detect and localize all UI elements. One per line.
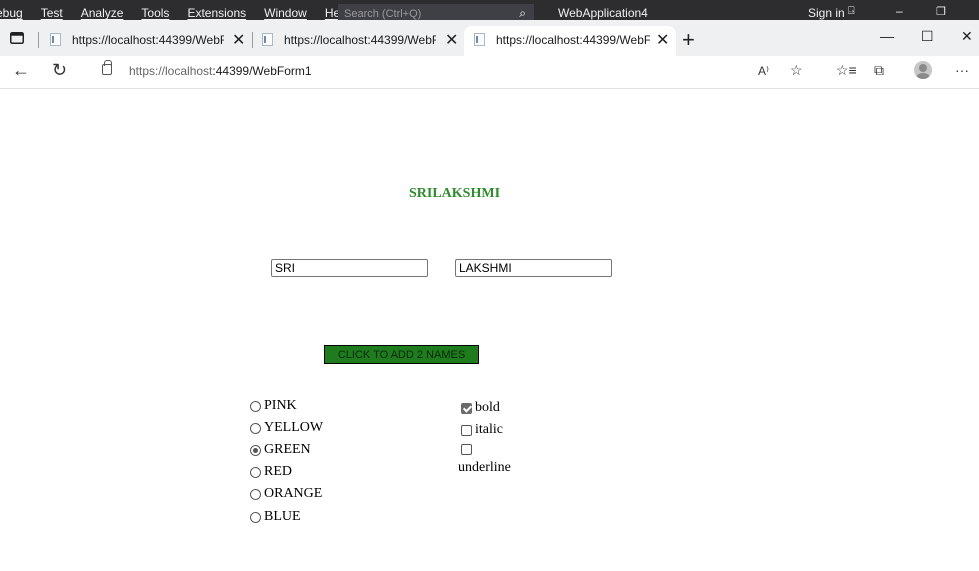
menu-analyze[interactable]: Analyze bbox=[81, 6, 124, 20]
tab-actions-icon[interactable] bbox=[10, 32, 24, 44]
menu-extensions[interactable]: Extensions bbox=[187, 6, 246, 20]
radio-circle[interactable] bbox=[250, 488, 261, 500]
checkbox-box-checked[interactable] bbox=[461, 402, 472, 414]
minimize-icon[interactable]: — bbox=[880, 28, 894, 44]
vs-app-name: WebApplication4 bbox=[558, 6, 648, 20]
radio-blue[interactable]: BLUE bbox=[250, 509, 301, 525]
tab-divider bbox=[38, 32, 39, 48]
checkbox-label: bold bbox=[475, 400, 500, 415]
radio-circle[interactable] bbox=[250, 422, 261, 434]
radio-circle[interactable] bbox=[250, 466, 261, 478]
read-aloud-icon[interactable]: A⁾ bbox=[758, 64, 769, 78]
page-favicon-icon bbox=[50, 33, 61, 46]
live-share-icon[interactable]: ⍈ bbox=[848, 5, 855, 18]
checkbox-underline[interactable] bbox=[461, 444, 475, 455]
radio-label: BLUE bbox=[264, 509, 301, 524]
vs-menu: ebug Test Analyze Tools Extensions Windo… bbox=[0, 6, 368, 20]
url-path: :44399/WebForm1 bbox=[212, 64, 312, 78]
vs-minimize-icon[interactable]: – bbox=[896, 4, 903, 18]
url-host: https://localhost bbox=[129, 64, 213, 78]
radio-circle-selected[interactable] bbox=[250, 444, 261, 456]
collections-icon[interactable]: ⧉ bbox=[874, 62, 884, 79]
address-bar-row: ← ↻ https://localhost:44399/WebForm1 A⁾ … bbox=[0, 56, 979, 89]
first-name-input[interactable] bbox=[271, 259, 428, 277]
vs-search-box[interactable]: Search (Ctrl+Q) ⌕ bbox=[338, 4, 534, 20]
back-icon[interactable]: ← bbox=[12, 60, 30, 81]
checkbox-label: italic bbox=[475, 422, 503, 437]
radio-green[interactable]: GREEN bbox=[250, 442, 311, 458]
radio-label: YELLOW bbox=[264, 420, 324, 435]
close-window-icon[interactable]: ✕ bbox=[961, 28, 973, 45]
close-tab-icon[interactable]: ✕ bbox=[232, 30, 245, 50]
favorites-icon[interactable]: ☆≡ bbox=[836, 62, 857, 79]
lock-icon[interactable] bbox=[102, 60, 112, 75]
menu-test[interactable]: Test bbox=[41, 6, 63, 20]
tab-3-active[interactable]: https://localhost:44399/WebForm1 ✕ bbox=[464, 26, 676, 56]
radio-pink[interactable]: PINK bbox=[250, 398, 297, 414]
tab-title: https://localhost:44399/WebForm1 bbox=[496, 33, 650, 47]
url-field[interactable]: https://localhost:44399/WebForm1 bbox=[129, 64, 312, 78]
add-favorite-icon[interactable]: ☆ bbox=[790, 62, 803, 79]
tab-strip: https://localhost:44399/WebForm1 ✕ https… bbox=[0, 20, 979, 56]
profile-avatar[interactable] bbox=[914, 61, 932, 79]
checkbox-box[interactable] bbox=[461, 444, 472, 455]
radio-red[interactable]: RED bbox=[250, 464, 292, 480]
menu-tools[interactable]: Tools bbox=[141, 6, 169, 20]
radio-label: RED bbox=[264, 464, 292, 479]
vs-restore-icon[interactable]: ❐ bbox=[936, 5, 946, 18]
radio-circle[interactable] bbox=[250, 400, 261, 412]
checkbox-bold[interactable]: bold bbox=[461, 400, 500, 416]
checkbox-italic[interactable]: italic bbox=[461, 422, 503, 438]
vs-sign-in[interactable]: Sign in bbox=[808, 6, 845, 20]
close-tab-icon[interactable]: ✕ bbox=[445, 30, 458, 50]
new-tab-icon[interactable]: + bbox=[682, 27, 695, 53]
radio-yellow[interactable]: YELLOW bbox=[250, 420, 323, 436]
add-names-button[interactable]: CLICK TO ADD 2 NAMES bbox=[324, 345, 479, 364]
maximize-icon[interactable]: ☐ bbox=[921, 28, 934, 45]
last-name-input[interactable] bbox=[455, 259, 612, 277]
page-favicon-icon bbox=[474, 33, 485, 46]
vs-search-placeholder: Search (Ctrl+Q) bbox=[344, 8, 422, 20]
radio-circle[interactable] bbox=[250, 511, 261, 523]
checkbox-box[interactable] bbox=[461, 424, 472, 436]
tab-divider bbox=[252, 32, 253, 48]
radio-label: GREEN bbox=[264, 442, 311, 457]
menu-debug[interactable]: ebug bbox=[0, 6, 23, 20]
close-tab-icon[interactable]: ✕ bbox=[656, 30, 669, 50]
vs-menubar: ebug Test Analyze Tools Extensions Windo… bbox=[0, 0, 979, 20]
tab-1[interactable]: https://localhost:44399/WebForm1 ✕ bbox=[50, 26, 246, 56]
page-title: SRILAKSHMI bbox=[409, 186, 501, 201]
search-icon: ⌕ bbox=[519, 6, 526, 20]
refresh-icon[interactable]: ↻ bbox=[52, 60, 67, 81]
radio-label: PINK bbox=[264, 398, 297, 413]
radio-label: ORANGE bbox=[264, 486, 323, 501]
more-icon[interactable]: ··· bbox=[955, 62, 969, 78]
checkbox-label: underline bbox=[458, 460, 511, 475]
tab-title: https://localhost:44399/WebForm1 bbox=[72, 33, 224, 47]
tab-title: https://localhost:44399/WebForm1 bbox=[284, 33, 436, 47]
page-favicon-icon bbox=[262, 33, 273, 46]
menu-window[interactable]: Window bbox=[264, 6, 307, 20]
tab-2[interactable]: https://localhost:44399/WebForm1 ✕ bbox=[262, 26, 458, 56]
radio-orange[interactable]: ORANGE bbox=[250, 486, 322, 502]
